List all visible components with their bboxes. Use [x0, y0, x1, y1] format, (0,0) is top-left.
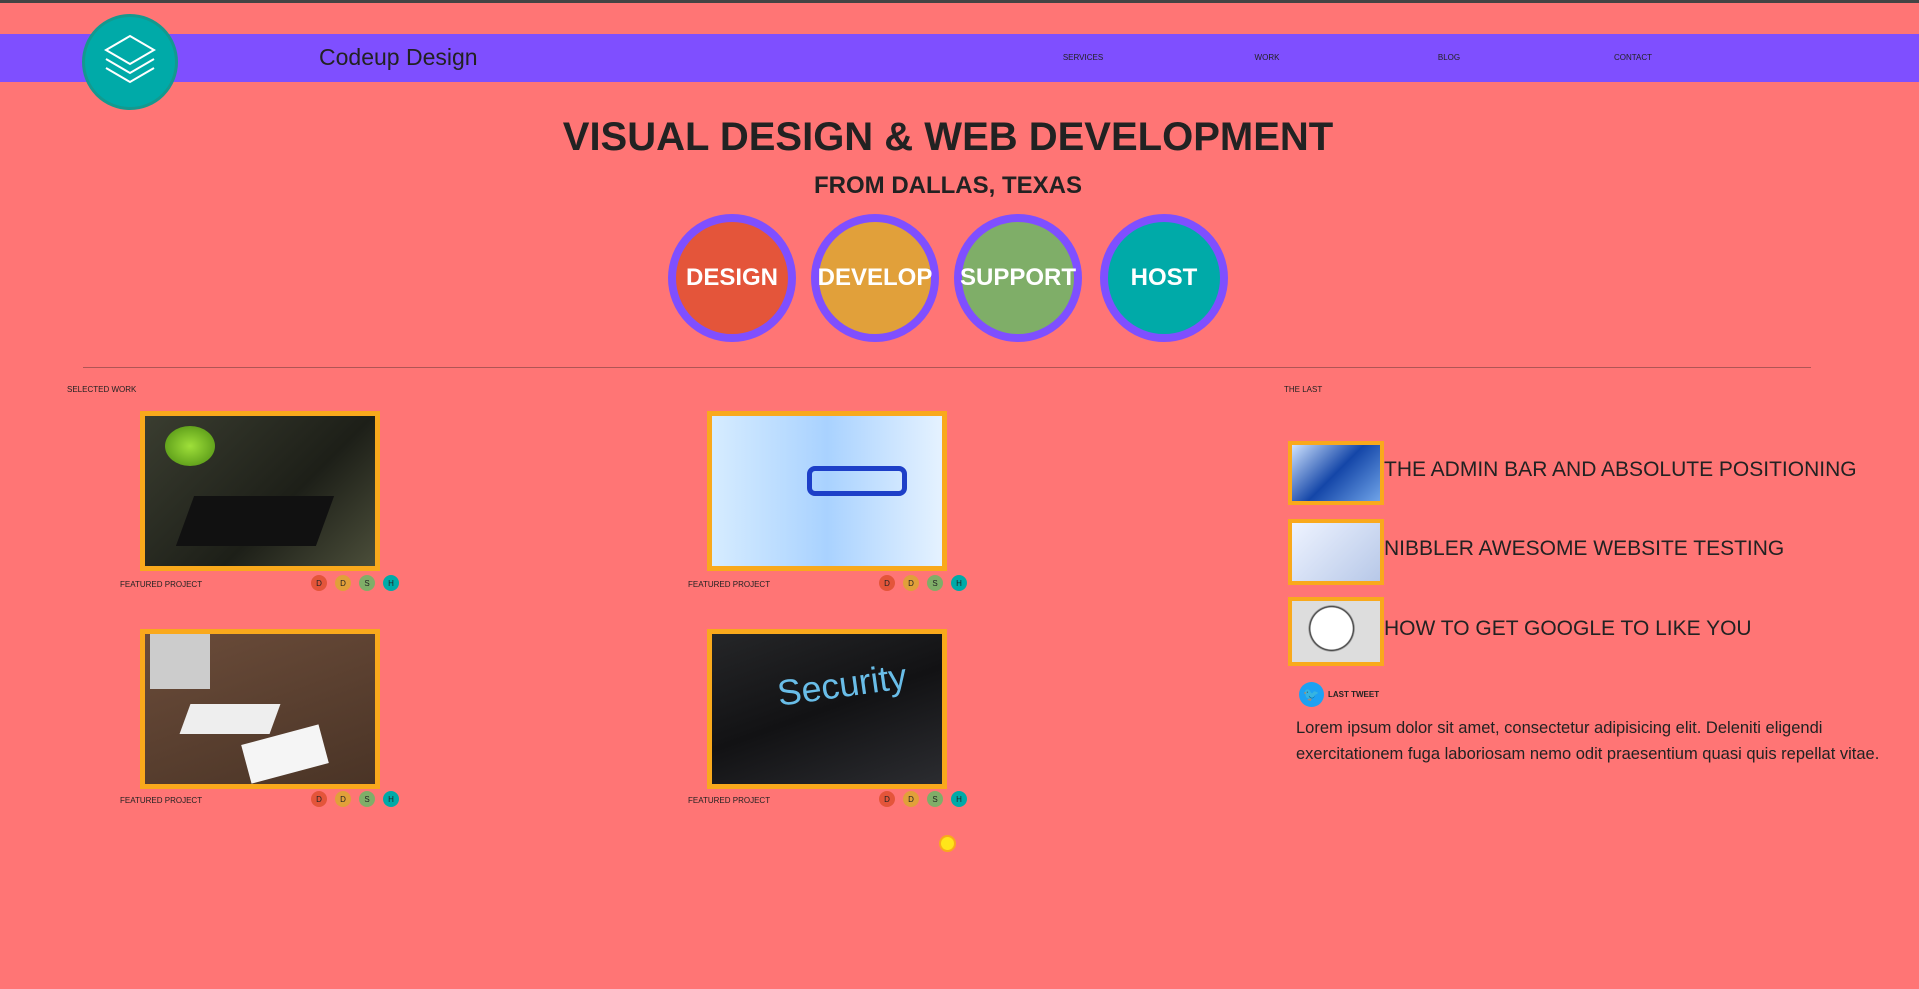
project-label: FEATURED PROJECT — [120, 580, 203, 589]
last-tweet-label: LAST TWEET — [1328, 690, 1380, 699]
service-develop[interactable]: DEVELOP — [811, 214, 939, 342]
yellow-dot — [939, 835, 956, 852]
project-image-desk[interactable] — [140, 629, 380, 789]
security-text-graphic: Security — [774, 655, 910, 714]
post-title[interactable]: HOW TO GET GOOGLE TO LIKE YOU — [1384, 617, 1752, 641]
service-host[interactable]: HOST — [1100, 214, 1228, 342]
selected-work-heading: SELECTED WORK — [67, 385, 137, 394]
badge-design[interactable]: D — [311, 575, 327, 591]
badge-support[interactable]: S — [927, 575, 943, 591]
post-thumb-google[interactable] — [1288, 597, 1384, 666]
nav-work[interactable]: WORK — [1255, 53, 1280, 62]
keyboard-shape — [179, 704, 281, 734]
divider — [83, 367, 1811, 368]
twitter-icon[interactable]: 🐦 — [1299, 682, 1324, 707]
layers-icon — [104, 34, 156, 84]
the-last-heading: THE LAST — [1284, 385, 1323, 394]
badge-design[interactable]: D — [879, 575, 895, 591]
keyboard-shape — [175, 496, 335, 546]
project-image-glasses[interactable] — [707, 411, 947, 571]
badge-design[interactable]: D — [311, 791, 327, 807]
post-title[interactable]: NIBBLER AWESOME WEBSITE TESTING — [1384, 537, 1784, 561]
badge-support[interactable]: S — [359, 575, 375, 591]
hero-title: VISUAL DESIGN & WEB DEVELOPMENT — [562, 115, 1334, 159]
glasses-shape — [807, 466, 907, 496]
project-image-security[interactable]: Security — [707, 629, 947, 789]
brand-name[interactable]: Codeup Design — [319, 44, 478, 71]
badge-host[interactable]: H — [951, 791, 967, 807]
top-border — [0, 0, 1919, 3]
logo[interactable] — [82, 14, 178, 110]
hero-subtitle: FROM DALLAS, TEXAS — [814, 172, 1082, 199]
tweet-text: Lorem ipsum dolor sit amet, consectetur … — [1296, 719, 1880, 763]
post-thumb-nibbler[interactable] — [1288, 519, 1384, 585]
badge-host[interactable]: H — [951, 575, 967, 591]
badge-support[interactable]: S — [359, 791, 375, 807]
project-label: FEATURED PROJECT — [688, 580, 771, 589]
project-label: FEATURED PROJECT — [688, 796, 771, 805]
nav-blog[interactable]: BLOG — [1438, 53, 1460, 62]
apples-shape — [165, 426, 215, 466]
badge-develop[interactable]: D — [335, 791, 351, 807]
badge-design[interactable]: D — [879, 791, 895, 807]
service-support[interactable]: SUPPORT — [954, 214, 1082, 342]
badge-host[interactable]: H — [383, 791, 399, 807]
post-thumb-admin-bar[interactable] — [1288, 441, 1384, 505]
nav-services[interactable]: SERVICES — [1063, 53, 1103, 62]
badge-host[interactable]: H — [383, 575, 399, 591]
post-title[interactable]: THE ADMIN BAR AND ABSOLUTE POSITIONING — [1384, 458, 1857, 482]
badge-develop[interactable]: D — [335, 575, 351, 591]
project-label: FEATURED PROJECT — [120, 796, 203, 805]
project-image-apples[interactable] — [140, 411, 380, 571]
badge-support[interactable]: S — [927, 791, 943, 807]
imac-shape — [150, 634, 210, 689]
badge-develop[interactable]: D — [903, 575, 919, 591]
service-design[interactable]: DESIGN — [668, 214, 796, 342]
nav-contact[interactable]: CONTACT — [1614, 53, 1652, 62]
badge-develop[interactable]: D — [903, 791, 919, 807]
